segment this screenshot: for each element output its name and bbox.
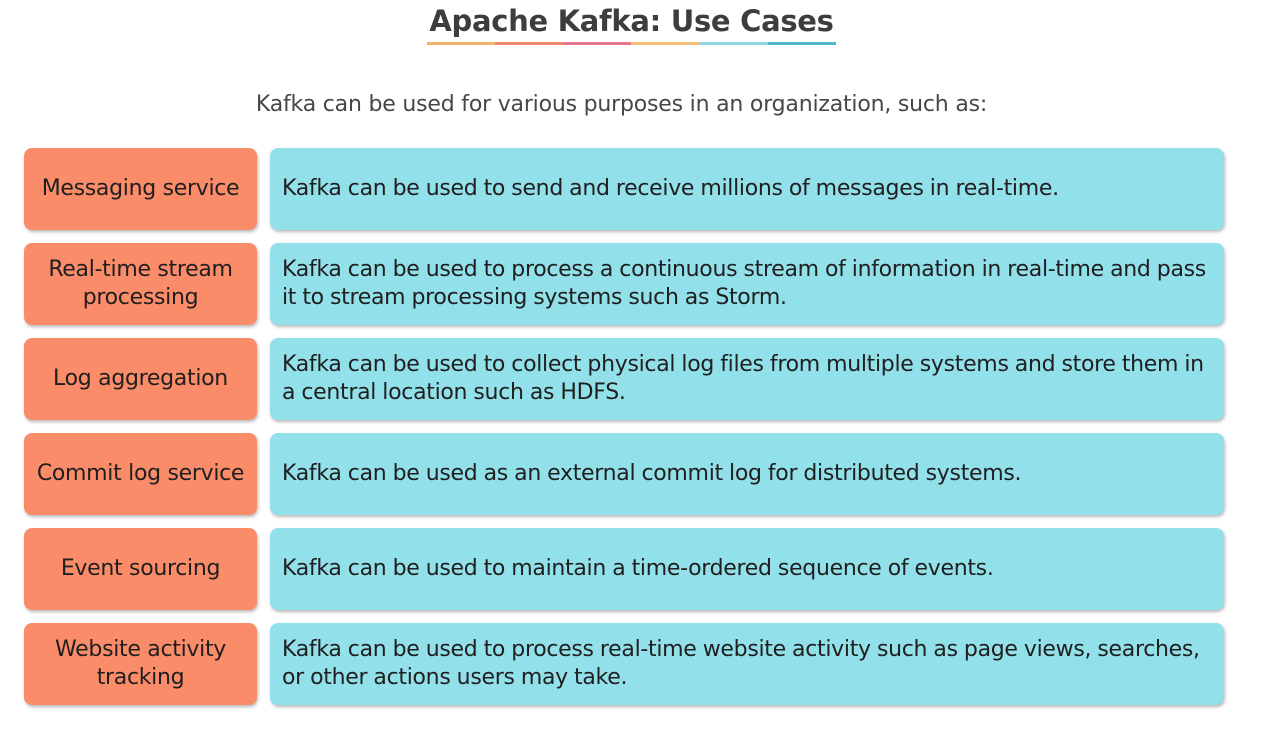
use-case-label: Real-time stream processing	[24, 243, 257, 325]
use-case-description: Kafka can be used to process a continuou…	[270, 243, 1224, 325]
use-case-list: Messaging service Kafka can be used to s…	[24, 148, 1224, 718]
use-case-row: Log aggregation Kafka can be used to col…	[24, 338, 1224, 420]
underline-segment-1	[427, 42, 496, 45]
underline-segment-3	[563, 42, 632, 45]
use-case-label: Event sourcing	[24, 528, 257, 610]
use-case-description: Kafka can be used to collect physical lo…	[270, 338, 1224, 420]
title-container: Apache Kafka: Use Cases	[0, 4, 1263, 45]
page-subtitle: Kafka can be used for various purposes i…	[255, 92, 988, 117]
use-case-row: Website activity tracking Kafka can be u…	[24, 623, 1224, 705]
page-title: Apache Kafka: Use Cases	[427, 4, 836, 45]
use-case-label: Website activity tracking	[24, 623, 257, 705]
use-case-description: Kafka can be used to process real-time w…	[270, 623, 1224, 705]
underline-segment-2	[495, 42, 564, 45]
underline-segment-5	[699, 42, 768, 45]
use-case-label: Messaging service	[24, 148, 257, 230]
title-underline	[427, 42, 836, 45]
use-case-label: Log aggregation	[24, 338, 257, 420]
use-case-label: Commit log service	[24, 433, 257, 515]
use-case-row: Event sourcing Kafka can be used to main…	[24, 528, 1224, 610]
use-case-row: Messaging service Kafka can be used to s…	[24, 148, 1224, 230]
underline-segment-6	[767, 42, 836, 45]
use-case-row: Real-time stream processing Kafka can be…	[24, 243, 1224, 325]
page-title-text: Apache Kafka: Use Cases	[429, 4, 834, 38]
underline-segment-4	[631, 42, 700, 45]
use-case-description: Kafka can be used to send and receive mi…	[270, 148, 1224, 230]
use-case-description: Kafka can be used as an external commit …	[270, 433, 1224, 515]
use-case-row: Commit log service Kafka can be used as …	[24, 433, 1224, 515]
use-case-description: Kafka can be used to maintain a time-ord…	[270, 528, 1224, 610]
